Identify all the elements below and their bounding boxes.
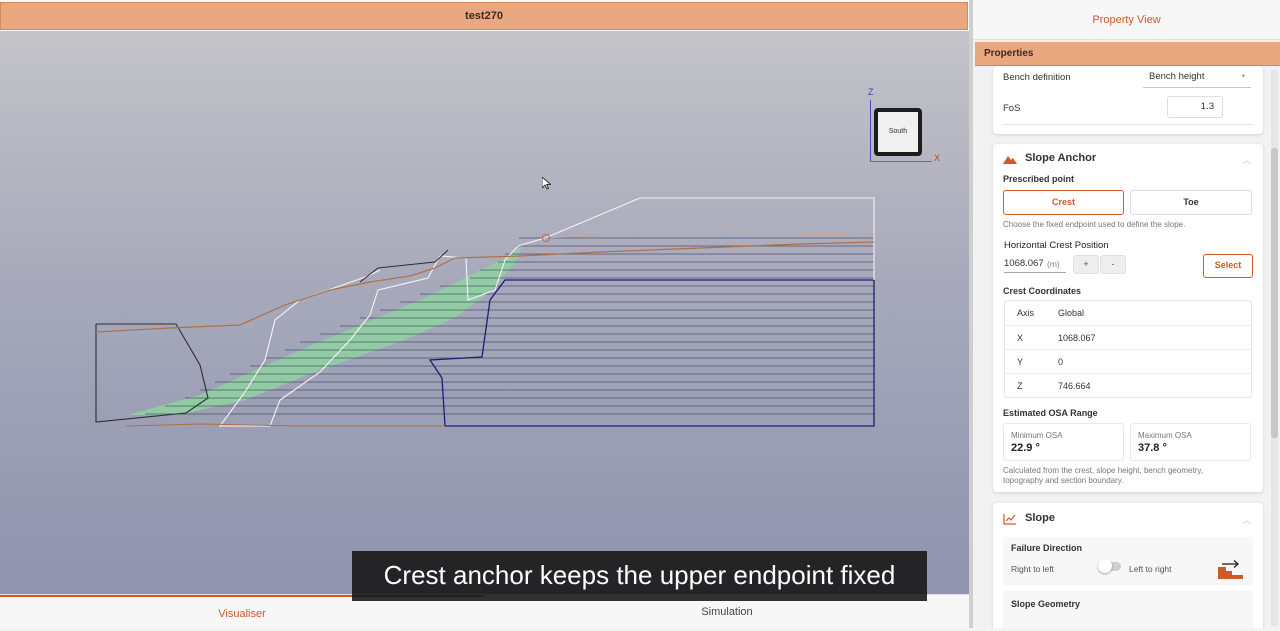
slope-card: Slope ︿ Failure Direction Right to left … [993, 503, 1263, 628]
horizontal-crest-label: Horizontal Crest Position [1004, 240, 1109, 251]
prescribed-point-label: Prescribed point [1003, 174, 1075, 184]
crest-coordinates-label: Crest Coordinates [1003, 286, 1082, 296]
right-to-left-label: Right to left [1011, 564, 1054, 574]
view-cube[interactable]: Z X South [868, 86, 948, 166]
max-osa-label: Maximum OSA [1138, 431, 1192, 440]
panel-scrollbar[interactable] [1271, 70, 1278, 626]
slope-anchor-card: Slope Anchor ︿ Prescribed point Crest To… [993, 144, 1263, 492]
value-cell: 0 [1058, 357, 1064, 367]
chevron-down-icon: ▾ [1241, 73, 1245, 80]
failure-direction-box: Failure Direction Right to left Left to … [1003, 537, 1253, 585]
column-header-axis: Axis [1017, 308, 1035, 318]
video-caption: Crest anchor keeps the upper endpoint fi… [352, 551, 927, 601]
property-view-panel: Property View Properties Bench definitio… [973, 0, 1280, 628]
x-axis-line [870, 161, 932, 162]
chevron-up-icon[interactable]: ︿ [1242, 153, 1251, 166]
scrollbar-thumb[interactable] [1271, 148, 1278, 438]
min-osa-label: Minimum OSA [1011, 431, 1063, 440]
model-title: test270 [465, 10, 503, 22]
axis-cell: Z [1017, 381, 1023, 391]
section-scene[interactable] [0, 31, 969, 594]
toe-button[interactable]: Toe [1130, 190, 1252, 215]
crest-button[interactable]: Crest [1003, 190, 1124, 215]
table-row: Z 746.664 [1005, 373, 1251, 397]
fos-input[interactable]: 1.3 [1167, 96, 1223, 118]
chevron-up-icon[interactable]: ︿ [1242, 513, 1251, 526]
osa-hint: Calculated from the crest, slope height,… [1003, 466, 1203, 485]
model-title-bar: test270 [0, 2, 968, 30]
increment-button[interactable]: + [1073, 255, 1099, 274]
3d-viewport[interactable]: Z X South [0, 31, 969, 594]
axis-cell: X [1017, 333, 1024, 343]
slope-geometry-label: Slope Geometry [1011, 599, 1081, 609]
crest-profile [218, 197, 875, 427]
cube-face[interactable]: South [874, 108, 922, 156]
divider [1003, 124, 1253, 125]
max-osa-value: 37.8 ° [1138, 442, 1167, 454]
prescribed-point-hint: Choose the fixed endpoint used to define… [1003, 220, 1186, 229]
bench-definition-value: Bench height [1149, 71, 1205, 82]
table-row: Y 0 [1005, 349, 1251, 373]
osa-range-label: Estimated OSA Range [1003, 408, 1098, 418]
visualiser-pane: test270 Z X South Visualiser Simulation … [0, 0, 970, 628]
z-axis-line [870, 100, 871, 162]
failure-direction-label: Failure Direction [1011, 543, 1083, 553]
bench-definition-select[interactable]: Bench height ▾ [1143, 68, 1251, 88]
crest-coordinates-table: Axis Global X 1068.067 Y 0 Z 746.664 [1004, 300, 1252, 398]
bench-definition-label: Bench definition [1003, 72, 1071, 83]
topography-lower [125, 423, 445, 427]
bench-card: Bench definition Bench height ▾ FoS 1.3 [993, 66, 1263, 134]
properties-header[interactable]: Properties [975, 42, 1280, 66]
max-osa-box: Maximum OSA 37.8 ° [1130, 423, 1251, 461]
z-axis-label: Z [868, 87, 874, 97]
value-cell: 1068.067 [1058, 333, 1096, 343]
mountain-icon [1003, 156, 1017, 164]
line-chart-icon [1003, 514, 1016, 525]
value-cell: 746.664 [1058, 381, 1091, 391]
min-osa-box: Minimum OSA 22.9 ° [1003, 423, 1124, 461]
table-row: X 1068.067 [1005, 325, 1251, 349]
crest-leader [544, 233, 875, 239]
slope-anchor-title: Slope Anchor [1025, 152, 1097, 164]
axis-cell: Y [1017, 357, 1024, 367]
slope-title: Slope [1025, 512, 1055, 524]
slip-band [128, 246, 522, 415]
min-osa-value: 22.9 ° [1011, 442, 1040, 454]
fos-label: FoS [1003, 103, 1021, 114]
column-header-frame: Global [1058, 308, 1085, 318]
select-crest-button[interactable]: Select [1203, 254, 1253, 278]
failure-direction-toggle[interactable] [1098, 559, 1121, 573]
x-axis-label: X [934, 153, 941, 163]
failure-direction-icon [1218, 560, 1243, 579]
unit-label: (m) [1047, 259, 1060, 269]
slope-geometry-box: Slope Geometry [1003, 591, 1253, 628]
decrement-button[interactable]: - [1100, 255, 1126, 274]
left-to-right-label: Left to right [1129, 564, 1172, 574]
toggle-knob[interactable] [1098, 559, 1112, 573]
property-view-title: Property View [973, 0, 1280, 40]
table-header: Axis Global [1005, 301, 1251, 325]
mouse-pointer-icon [542, 177, 551, 190]
cube-face-label: South [888, 128, 908, 135]
